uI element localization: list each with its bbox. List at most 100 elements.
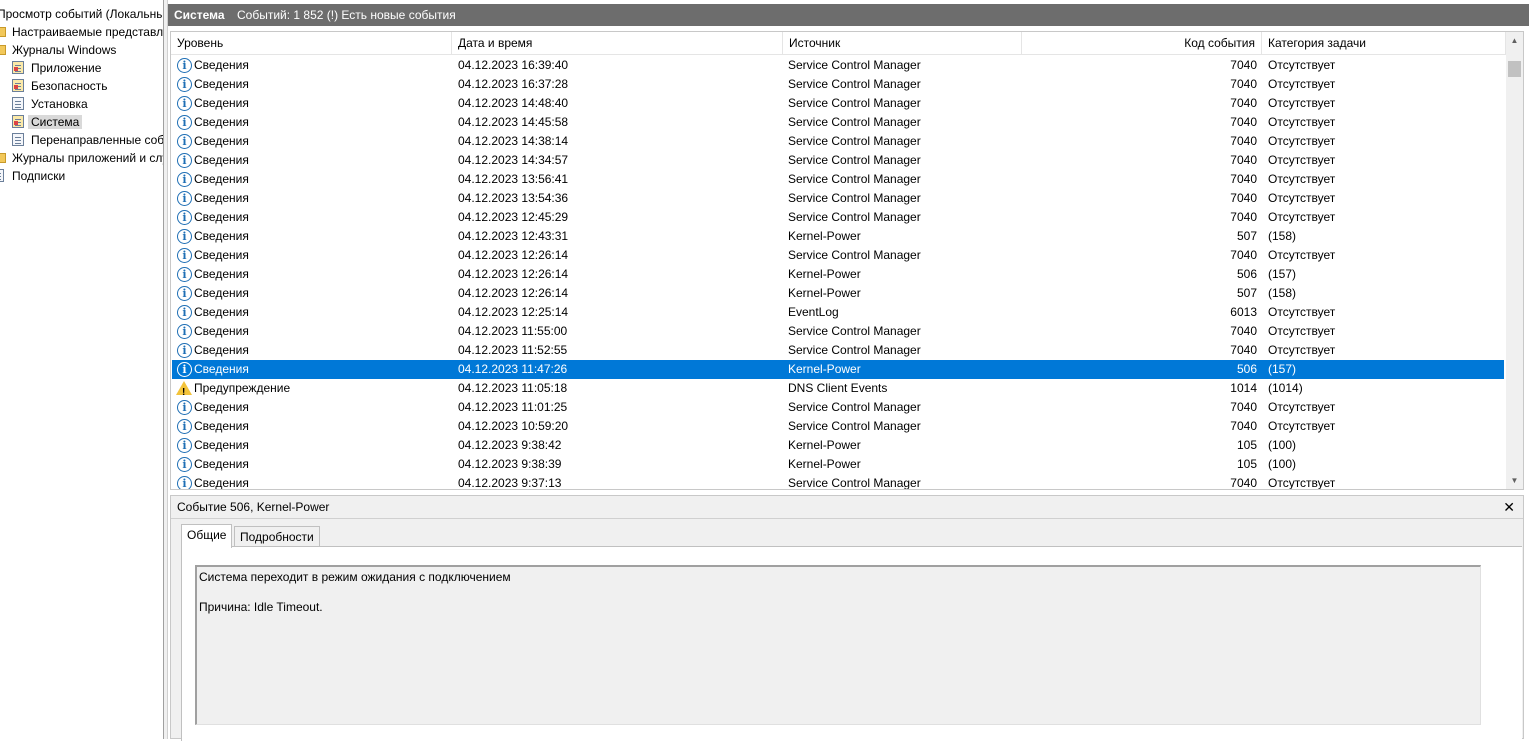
tab-general[interactable]: Общие: [181, 524, 233, 548]
event-source: Service Control Manager: [788, 115, 921, 129]
tree-item-subscriptions[interactable]: Подписки: [0, 167, 68, 185]
event-row[interactable]: i Сведения 04.12.2023 12:26:14 Kernel-Power…: [172, 265, 1504, 284]
event-id: 7040: [1230, 210, 1257, 224]
event-datetime: 04.12.2023 16:37:28: [458, 77, 569, 91]
event-id: 7040: [1230, 400, 1257, 414]
event-level: Сведения: [194, 343, 249, 357]
event-row[interactable]: i Сведения 04.12.2023 14:34:57 Service Cont…: [172, 151, 1504, 170]
event-source: Service Control Manager: [788, 58, 921, 72]
info-icon: i: [177, 229, 192, 244]
event-task-category: Отсутствует: [1268, 191, 1336, 205]
column-header-date[interactable]: Дата и время: [452, 32, 783, 54]
event-row[interactable]: i Сведения 04.12.2023 13:54:36 Service Cont…: [172, 189, 1504, 208]
event-row[interactable]: i Сведения 04.12.2023 10:59:20 Service Cont…: [172, 417, 1504, 436]
info-icon: i: [177, 457, 192, 472]
scroll-up-arrow-icon[interactable]: ▲: [1506, 32, 1523, 49]
event-description[interactable]: Система переходит в режим ожидания с под…: [195, 565, 1481, 725]
tree-item-setup[interactable]: Установка: [12, 95, 91, 113]
log-icon: [12, 115, 24, 128]
close-icon[interactable]: ✕: [1503, 496, 1515, 518]
event-row[interactable]: i Сведения 04.12.2023 9:38:42 Kernel-Power 1…: [172, 436, 1504, 455]
event-source: DNS Client Events: [788, 381, 888, 395]
info-icon: i: [177, 362, 192, 377]
event-datetime: 04.12.2023 14:38:14: [458, 134, 569, 148]
info-icon: i: [177, 210, 192, 225]
tab-page-general: Система переходит в режим ожидания с под…: [181, 546, 1522, 741]
event-id: 7040: [1230, 191, 1257, 205]
tree-item-security[interactable]: Безопасность: [12, 77, 111, 95]
event-row[interactable]: i Сведения 04.12.2023 14:48:40 Service Cont…: [172, 94, 1504, 113]
event-level: Предупреждение: [194, 381, 291, 395]
tree-item-app-service-logs[interactable]: Журналы приложений и служб: [0, 149, 163, 167]
event-source: Service Control Manager: [788, 419, 921, 433]
event-row[interactable]: i Сведения 04.12.2023 14:45:58 Service Cont…: [172, 113, 1504, 132]
event-id: 1014: [1230, 381, 1257, 395]
event-id: 507: [1236, 286, 1257, 300]
pane-splitter[interactable]: [163, 0, 168, 739]
event-row[interactable]: i Сведения 04.12.2023 11:47:26 Kernel-Power…: [172, 360, 1504, 379]
event-row[interactable]: i Сведения 04.12.2023 12:45:29 Service Cont…: [172, 208, 1504, 227]
subscription-icon: [0, 169, 4, 182]
event-row[interactable]: i Сведения 04.12.2023 9:38:39 Kernel-Power 1…: [172, 455, 1504, 474]
event-count-summary: Событий: 1 852 (!) Есть новые события: [237, 8, 456, 22]
tree-item-custom-views[interactable]: Настраиваемые представления: [0, 23, 163, 41]
column-header-row: Уровень Дата и время Источник Код событи…: [171, 32, 1506, 55]
event-detail-pane: Событие 506, Kernel-Power ✕ Общие Подроб…: [170, 495, 1524, 741]
event-id: 7040: [1230, 248, 1257, 262]
info-icon: i: [177, 267, 192, 282]
info-icon: i: [177, 191, 192, 206]
tab-details[interactable]: Подробности: [234, 526, 320, 547]
event-row[interactable]: i Сведения 04.12.2023 14:38:14 Service Cont…: [172, 132, 1504, 151]
tree-item-label: Подписки: [12, 169, 66, 183]
event-datetime: 04.12.2023 12:43:31: [458, 229, 569, 243]
tree-item-system[interactable]: Система: [12, 113, 83, 131]
event-row[interactable]: i Сведения 04.12.2023 16:37:28 Service Cont…: [172, 75, 1504, 94]
event-source: Kernel-Power: [788, 362, 861, 376]
event-datetime: 04.12.2023 16:39:40: [458, 58, 569, 72]
event-id: 7040: [1230, 134, 1257, 148]
event-row[interactable]: i Сведения 04.12.2023 11:55:00 Service Cont…: [172, 322, 1504, 341]
event-row[interactable]: i Сведения 04.12.2023 12:25:14 EventLog 6013…: [172, 303, 1504, 322]
event-id: 7040: [1230, 324, 1257, 338]
tree-root-event-viewer[interactable]: Просмотр событий (Локальный): [0, 5, 163, 23]
event-row[interactable]: i Сведения 04.12.2023 12:26:14 Service Cont…: [172, 246, 1504, 265]
event-row[interactable]: i Сведения 04.12.2023 16:39:40 Service Cont…: [172, 56, 1504, 75]
folder-icon: [0, 27, 6, 37]
vertical-scrollbar[interactable]: ▲ ▼: [1506, 32, 1523, 489]
info-icon: i: [177, 286, 192, 301]
event-level: Сведения: [194, 286, 249, 300]
event-row[interactable]: i Сведения 04.12.2023 12:26:14 Kernel-Power…: [172, 284, 1504, 303]
log-name: Система: [174, 8, 225, 22]
event-task-category: Отсутствует: [1268, 210, 1336, 224]
event-source: Service Control Manager: [788, 210, 921, 224]
tree-item-label: Установка: [31, 97, 88, 111]
column-header-level[interactable]: Уровень: [171, 32, 452, 54]
event-row[interactable]: i Сведения 04.12.2023 9:37:13 Service Contr…: [172, 474, 1504, 490]
event-row[interactable]: i Сведения 04.12.2023 12:43:31 Kernel-Power…: [172, 227, 1504, 246]
event-row[interactable]: i Сведения 04.12.2023 13:56:41 Service Cont…: [172, 170, 1504, 189]
info-icon: i: [177, 476, 192, 489]
tree-item-forwarded-events[interactable]: Перенаправленные события: [12, 131, 163, 149]
event-task-category: Отсутствует: [1268, 58, 1336, 72]
column-header-event-id[interactable]: Код события: [1022, 32, 1262, 54]
event-datetime: 04.12.2023 12:26:14: [458, 267, 569, 281]
tree-item-application[interactable]: Приложение: [12, 59, 104, 77]
event-level: Сведения: [194, 438, 249, 452]
column-header-source[interactable]: Источник: [783, 32, 1022, 54]
scroll-down-arrow-icon[interactable]: ▼: [1506, 472, 1523, 489]
event-row[interactable]: i Сведения 04.12.2023 11:01:25 Service Cont…: [172, 398, 1504, 417]
log-icon: [12, 133, 24, 146]
event-level: Сведения: [194, 248, 249, 262]
event-source: Service Control Manager: [788, 400, 921, 414]
column-header-task-category[interactable]: Категория задачи: [1262, 32, 1506, 54]
event-source: Service Control Manager: [788, 476, 921, 490]
info-icon: i: [177, 400, 192, 415]
scroll-thumb[interactable]: [1508, 61, 1521, 77]
event-source: Service Control Manager: [788, 96, 921, 110]
tree-item-windows-logs[interactable]: Журналы Windows: [0, 41, 119, 59]
event-task-category: Отсутствует: [1268, 324, 1336, 338]
event-datetime: 04.12.2023 13:54:36: [458, 191, 569, 205]
event-id: 7040: [1230, 419, 1257, 433]
event-row[interactable]: i Сведения 04.12.2023 11:52:55 Service Cont…: [172, 341, 1504, 360]
event-row[interactable]: Предупреждение 04.12.2023 11:05:18 DNS Cli…: [172, 379, 1504, 402]
